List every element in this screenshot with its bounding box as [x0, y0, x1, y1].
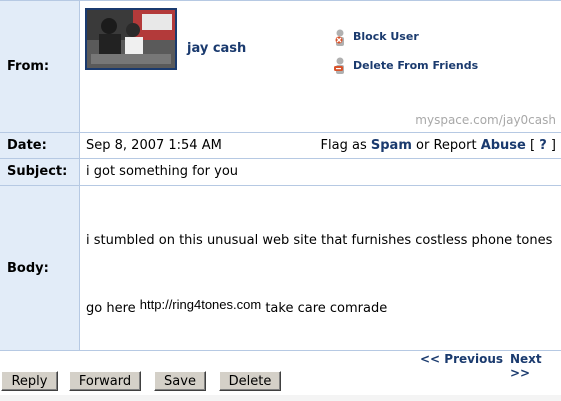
sender-profile-url[interactable]: myspace.com/jay0cash — [415, 113, 556, 127]
from-label: From: — [7, 59, 50, 74]
table-bottom-border — [0, 350, 561, 351]
block-user-link[interactable]: Block User — [353, 30, 419, 43]
body-line-1: i stumbled on this unusual web site that… — [86, 233, 553, 248]
body-sign-off: take care comrade — [265, 301, 388, 316]
date-label: Date: — [7, 138, 47, 153]
body-line-2: go here http://ring4tones.com take care … — [86, 297, 388, 316]
flag-bar: Flag as Spam or Report Abuse [ ? ] — [321, 138, 556, 153]
flag-spam-link[interactable]: Spam — [371, 138, 412, 153]
delete-button[interactable]: Delete — [219, 371, 281, 391]
next-message-link[interactable]: Next >> — [510, 352, 561, 380]
delete-friend-icon[interactable] — [333, 57, 347, 75]
block-user-icon[interactable] — [333, 29, 347, 47]
subject-label-cell: Subject: — [0, 159, 80, 185]
previous-message-link[interactable]: << Previous — [420, 352, 503, 366]
message-subject: i got something for you — [86, 164, 239, 179]
help-link[interactable]: ? — [539, 138, 547, 153]
sender-photo-image — [87, 10, 175, 68]
body-label: Body: — [7, 261, 49, 276]
flag-prefix: Flag as — [320, 138, 367, 153]
message-date: Sep 8, 2007 1:54 AM — [86, 138, 222, 153]
body-link-text: http://ring4tones.com — [139, 297, 262, 312]
body-go-here: go here — [86, 301, 136, 316]
sender-name-link[interactable]: jay cash — [187, 41, 246, 56]
help-close-bracket: ] — [550, 138, 556, 153]
body-row: Body: — [0, 186, 561, 350]
subject-label: Subject: — [7, 164, 68, 179]
date-label-cell: Date: — [0, 133, 80, 158]
forward-button[interactable]: Forward — [69, 371, 141, 391]
report-abuse-link[interactable]: Abuse — [481, 138, 526, 153]
body-label-cell: Body: — [0, 186, 80, 350]
help-open-bracket: [ — [530, 138, 536, 153]
delete-from-friends-link[interactable]: Delete From Friends — [353, 59, 478, 72]
sender-photo[interactable] — [85, 8, 177, 70]
subject-row: Subject: — [0, 159, 561, 185]
flag-middle: or Report — [416, 138, 477, 153]
page-bottom-edge — [0, 395, 561, 401]
save-button[interactable]: Save — [154, 371, 206, 391]
reply-button[interactable]: Reply — [1, 371, 58, 391]
from-label-cell: From: — [0, 1, 80, 132]
